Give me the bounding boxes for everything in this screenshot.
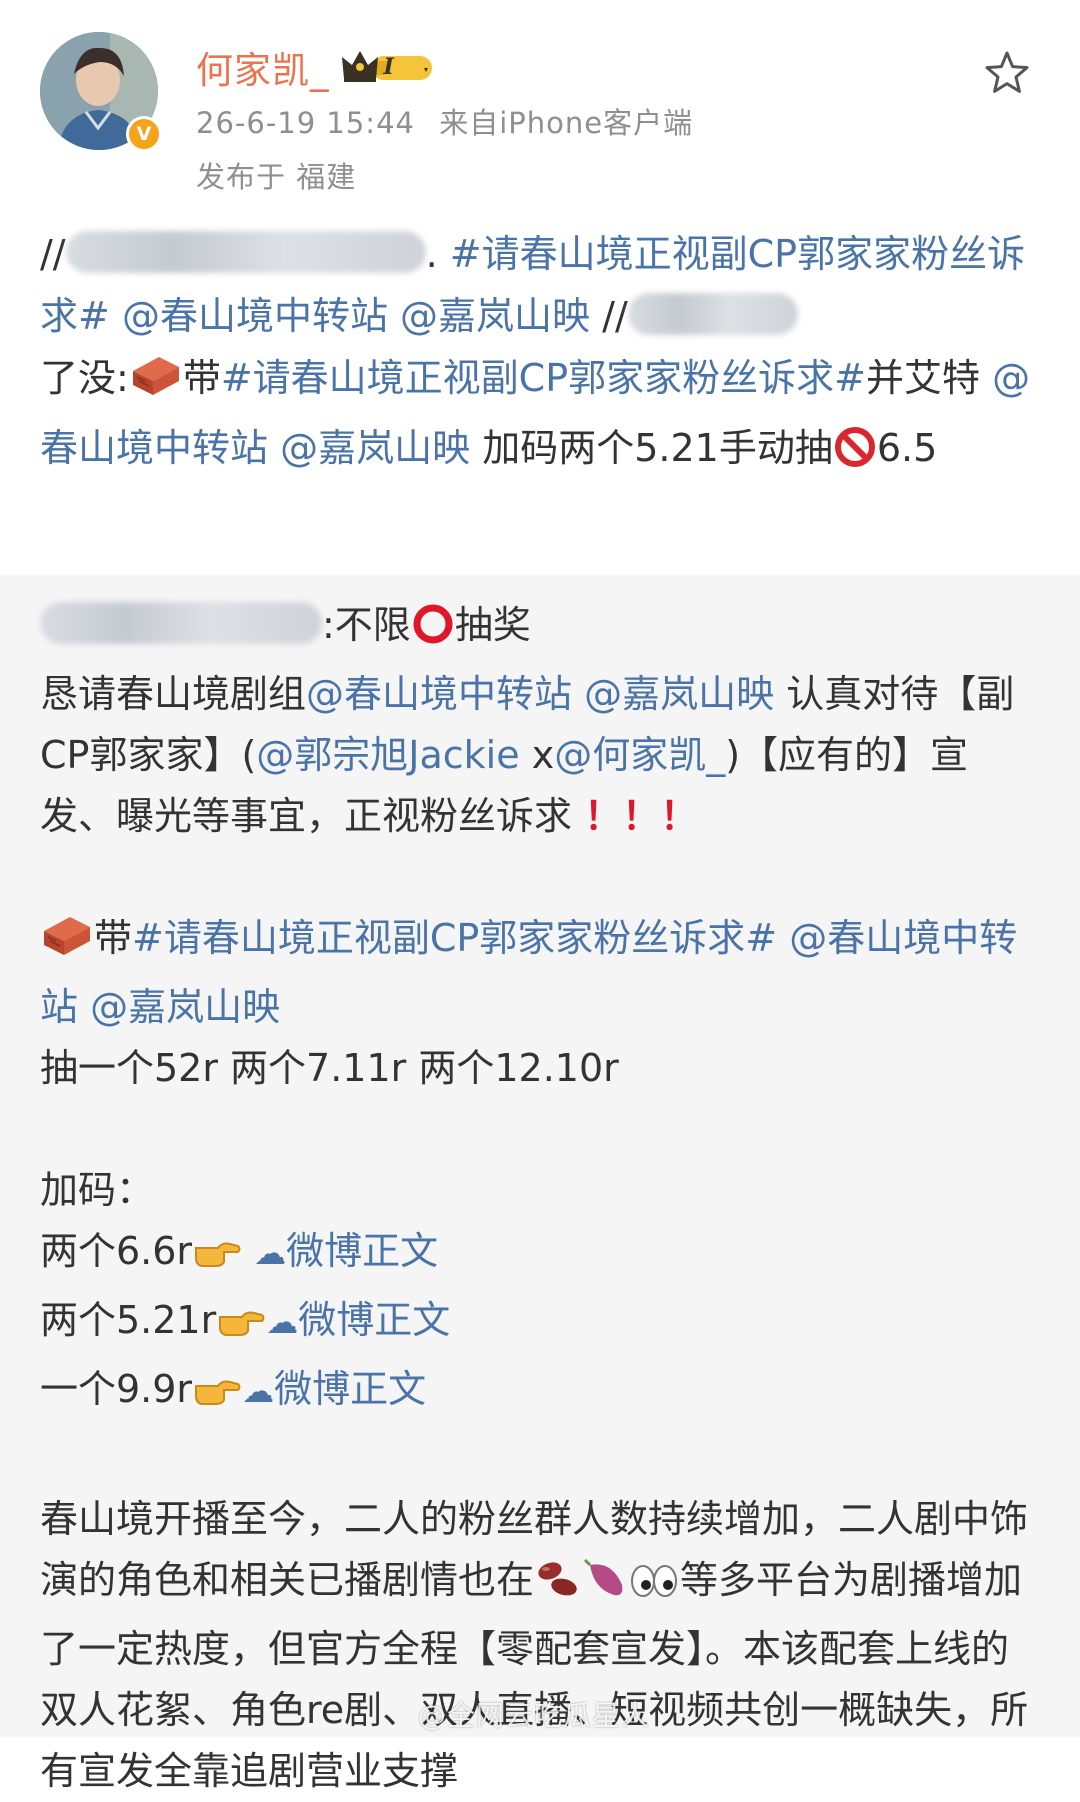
original-post[interactable]: :不限 抽奖 恳请春山境剧组@春山境中转站 @嘉岚山映 认真对待【副CP郭家家】(… <box>0 575 1080 1793</box>
mention-link[interactable]: @嘉岚山映 <box>280 426 470 470</box>
bonus-item: 两个5.21r ☁微博正文 <box>40 1290 1040 1359</box>
repost-text-segment: 了没: <box>40 356 129 400</box>
original-text: 恳请春山境剧组 <box>40 672 307 716</box>
weibo-link[interactable]: ☁微博正文 <box>266 1298 450 1342</box>
weibo-link-icon: ☁ <box>266 1303 299 1341</box>
post-header: V 何家凯_ I 26-6-19 15:44 来自iPhone客户端 发布于 福… <box>0 0 1080 205</box>
post-location: 发布于 福建 <box>196 160 357 194</box>
original-text: x <box>519 733 555 777</box>
weibo-link-text: 微博正文 <box>274 1367 427 1411</box>
sweet-potato-emoji <box>582 1555 628 1619</box>
original-paragraph: 带#请春山境正视副CP郭家家粉丝诉求# @春山境中转站 @嘉岚山映 <box>40 908 1040 1038</box>
crown-vip-icon[interactable]: I <box>340 47 446 87</box>
original-text: :不限 <box>322 603 411 647</box>
prize-line: 抽一个52r 两个7.11r 两个12.10r <box>40 1046 619 1090</box>
username-link[interactable]: 何家凯_ <box>196 40 330 94</box>
repost-separator: . <box>425 232 450 276</box>
pointing-right-emoji <box>216 1298 266 1359</box>
mention-link[interactable]: @嘉岚山映 <box>584 672 774 716</box>
bonus-text: 两个5.21r <box>40 1298 217 1342</box>
mention-link[interactable]: @郭宗旭Jackie <box>256 733 519 777</box>
mention-link[interactable]: @春山境中转站 <box>306 672 572 716</box>
hollow-red-circle-emoji <box>411 602 455 664</box>
topic-link[interactable]: #请春山境正视副CP郭家家粉丝诉求# <box>132 916 777 960</box>
mention-link[interactable]: @春山境中转站 <box>122 294 388 338</box>
weibo-link[interactable]: ☁微博正文 <box>242 1367 426 1411</box>
timestamp-row: 26-6-19 15:44 来自iPhone客户端 <box>196 100 693 142</box>
avatar[interactable]: V <box>40 32 162 152</box>
mention-link[interactable]: @嘉岚山映 <box>90 985 280 1029</box>
original-line: :不限 抽奖 <box>40 595 1040 664</box>
repost-text-segment: 并艾特 <box>865 356 980 400</box>
original-text: 带 <box>94 916 133 960</box>
weibo-link-icon: ☁ <box>254 1234 287 1272</box>
weibo-link-icon: ☁ <box>242 1372 275 1410</box>
repost-text-segment: 加码两个5.21手动抽 <box>482 426 833 470</box>
blurred-username <box>627 293 798 335</box>
weibo-link[interactable]: ☁微博正文 <box>254 1229 438 1273</box>
pointing-right-emoji <box>192 1229 242 1290</box>
pointing-right-emoji <box>192 1367 242 1428</box>
repost-separator: // <box>590 294 628 338</box>
bonus-title: 加码： <box>40 1168 155 1212</box>
prohibited-emoji <box>833 425 877 487</box>
topic-link[interactable]: #请春山境正视副CP郭家家粉丝诉求# <box>221 356 866 400</box>
weibo-link-text: 微博正文 <box>286 1229 439 1273</box>
bonus-text: 一个9.9r <box>40 1367 193 1411</box>
original-paragraph: 恳请春山境剧组@春山境中转站 @嘉岚山映 认真对待【副CP郭家家】(@郭宗旭Ja… <box>40 664 1040 847</box>
post-time[interactable]: 26-6-19 15:44 <box>196 106 415 140</box>
bonus-text: 两个6.6r <box>40 1229 193 1273</box>
mention-link[interactable]: @嘉岚山映 <box>400 294 590 338</box>
eyes-emoji <box>628 1558 680 1619</box>
blurred-username <box>65 231 426 273</box>
repost-text: //. #请春山境正视副CP郭家家粉丝诉求# @春山境中转站 @嘉岚山映 // … <box>0 205 1080 575</box>
repost-text-segment: 6.5 <box>876 426 938 470</box>
star-outline-icon[interactable] <box>984 50 1030 96</box>
brick-emoji <box>129 351 183 417</box>
vip-level: I <box>383 54 394 80</box>
repost-prefix: // <box>40 232 66 276</box>
original-text: 抽奖 <box>454 603 531 647</box>
weibo-link-text: 微博正文 <box>298 1298 451 1342</box>
mention-link[interactable]: @何家凯_ <box>554 733 725 777</box>
verified-v-icon: V <box>126 116 162 152</box>
bonus-item: 两个6.6r ☁微博正文 <box>40 1221 1040 1290</box>
original-paragraph: 春山境开播至今，二人的粉丝群人数持续增加，二人剧中饰演的角色和相关已播剧情也在等… <box>40 1489 1040 1802</box>
bonus-item: 一个9.9r ☁微博正文 <box>40 1359 1040 1428</box>
exclamation-emoji: ！！！ <box>584 794 699 838</box>
repost-text-segment: 带 <box>182 356 221 400</box>
brick-emoji <box>40 911 94 977</box>
blurred-username <box>40 602 322 644</box>
post-source: 来自iPhone客户端 <box>439 106 694 140</box>
beans-emoji <box>534 1557 582 1619</box>
